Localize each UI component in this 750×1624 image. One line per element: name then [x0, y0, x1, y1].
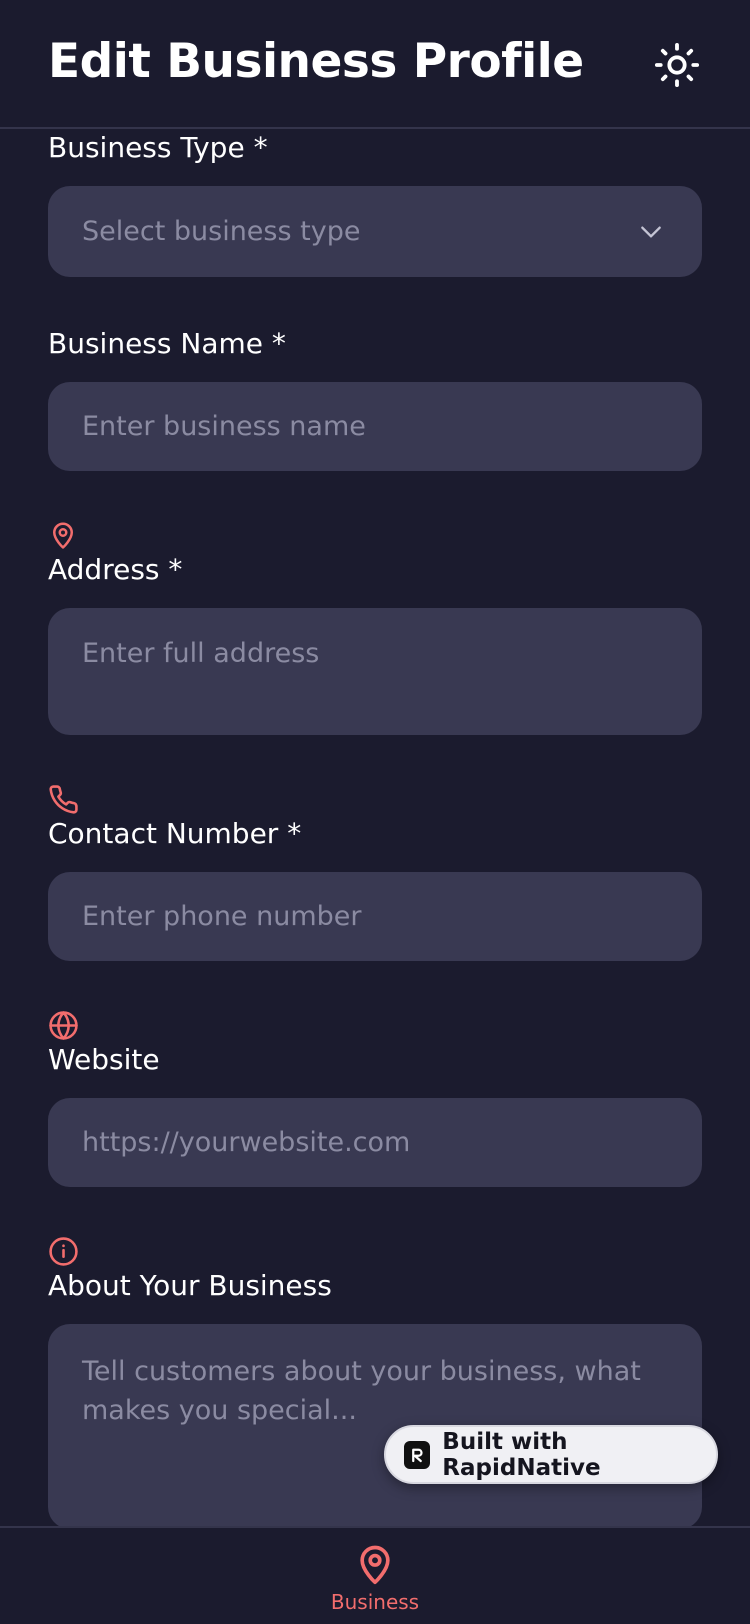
- phone-icon: [49, 785, 78, 814]
- contact-number-label: Contact Number *: [48, 817, 302, 850]
- chevron-down-icon: [641, 226, 661, 238]
- theme-toggle-button[interactable]: [652, 40, 702, 90]
- website-input[interactable]: https://yourwebsite.com: [48, 1098, 702, 1187]
- about-placeholder: Tell customers about your business, what…: [82, 1356, 641, 1426]
- business-type-select[interactable]: Select business type: [48, 186, 702, 277]
- business-type-placeholder: Select business type: [82, 216, 361, 247]
- header: Edit Business Profile: [0, 0, 750, 129]
- contact-number-placeholder: Enter phone number: [82, 901, 362, 932]
- tab-business[interactable]: Business: [325, 1542, 425, 1624]
- contact-number-input[interactable]: Enter phone number: [48, 872, 702, 961]
- form-scroll-area[interactable]: Business Type * Select business type Bus…: [0, 131, 750, 1526]
- map-pin-icon: [53, 522, 73, 549]
- address-placeholder: Enter full address: [82, 638, 320, 669]
- business-type-label: Business Type *: [48, 131, 268, 164]
- built-with-rapidnative-badge[interactable]: Built with RapidNative: [384, 1425, 718, 1484]
- info-icon: [49, 1237, 78, 1266]
- rapidnative-logo-icon: [404, 1440, 431, 1469]
- address-label: Address *: [48, 553, 183, 586]
- address-input[interactable]: Enter full address: [48, 608, 702, 735]
- business-name-input[interactable]: Enter business name: [48, 382, 702, 471]
- business-name-placeholder: Enter business name: [82, 411, 366, 442]
- page-title: Edit Business Profile: [48, 34, 584, 89]
- tab-business-label: Business: [330, 1590, 420, 1614]
- sun-icon: [654, 42, 700, 88]
- website-placeholder: https://yourwebsite.com: [82, 1127, 411, 1158]
- about-label: About Your Business: [48, 1269, 332, 1302]
- badge-label: Built with RapidNative: [442, 1428, 601, 1481]
- map-pin-icon: [360, 1545, 390, 1585]
- business-name-label: Business Name *: [48, 327, 286, 360]
- globe-icon: [49, 1011, 78, 1040]
- edit-business-profile-screen: Edit Business Profile Business Type * Se…: [0, 0, 750, 1624]
- bottom-tab-bar: Business: [0, 1526, 750, 1624]
- website-label: Website: [48, 1043, 160, 1076]
